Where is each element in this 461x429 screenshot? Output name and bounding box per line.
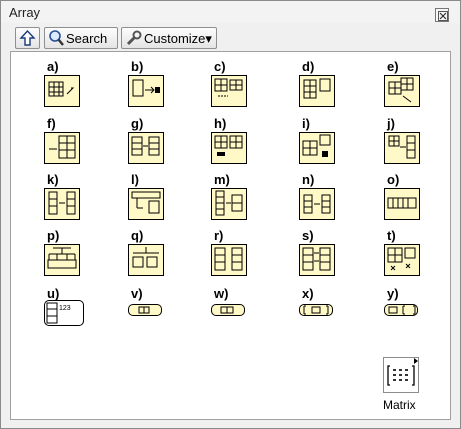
array-function-icon xyxy=(211,132,247,164)
palette-item-h[interactable]: h) xyxy=(211,116,261,168)
matrix-icon xyxy=(383,357,419,393)
palette-item-letter: e) xyxy=(387,59,399,74)
array-function-icon xyxy=(44,244,80,276)
customize-label: Customize▾ xyxy=(144,31,212,46)
palette-item-letter: v) xyxy=(131,286,143,301)
palette-item-letter: s) xyxy=(302,228,314,243)
array-function-icon xyxy=(299,304,333,316)
array-function-icon xyxy=(384,304,418,316)
palette-item-letter: i) xyxy=(302,116,310,131)
customize-button[interactable]: Customize▾ xyxy=(121,27,217,49)
array-function-icon xyxy=(44,132,80,164)
palette-item-letter: a) xyxy=(47,59,59,74)
array-function-icon xyxy=(299,188,335,220)
palette-item-j[interactable]: j) xyxy=(384,116,434,168)
palette-item-c[interactable]: c) xyxy=(211,59,261,111)
palette-item-q[interactable]: q) xyxy=(128,228,178,280)
palette-item-letter: x) xyxy=(302,286,314,301)
palette-item-letter: n) xyxy=(302,172,315,187)
array-palette-window: Array Search Customize▾ a) b) c) d) e) f… xyxy=(0,0,461,429)
palette-item-x[interactable]: x) xyxy=(299,286,349,338)
palette-item-letter: k) xyxy=(47,172,59,187)
palette-item-letter: p) xyxy=(47,228,60,243)
palette-item-letter: y) xyxy=(387,286,399,301)
svg-text:123: 123 xyxy=(59,305,71,312)
array-function-icon xyxy=(211,75,247,107)
array-function-icon xyxy=(299,244,335,276)
palette-item-r[interactable]: r) xyxy=(211,228,261,280)
palette-item-letter: t) xyxy=(387,228,396,243)
array-function-icon xyxy=(384,75,420,107)
palette-item-letter: b) xyxy=(131,59,144,74)
palette-item-letter: d) xyxy=(302,59,315,74)
close-icon xyxy=(438,11,448,21)
array-function-icon xyxy=(128,132,164,164)
matrix-subpalette[interactable]: Matrix xyxy=(380,354,430,416)
palette-item-letter: u) xyxy=(47,286,60,301)
array-function-icon xyxy=(128,75,164,107)
palette-item-letter: o) xyxy=(387,172,400,187)
palette-item-u[interactable]: u) 123 xyxy=(44,286,94,338)
palette-item-letter: w) xyxy=(214,286,229,301)
palette-item-letter: c) xyxy=(214,59,226,74)
array-function-icon xyxy=(211,304,245,316)
array-function-icon xyxy=(211,244,247,276)
palette-item-w[interactable]: w) xyxy=(211,286,261,338)
palette-item-g[interactable]: g) xyxy=(128,116,178,168)
palette-item-a[interactable]: a) xyxy=(44,59,94,111)
array-function-icon: 123 xyxy=(44,300,84,326)
palette-item-d[interactable]: d) xyxy=(299,59,349,111)
palette-item-l[interactable]: l) xyxy=(128,172,178,224)
array-function-icon xyxy=(128,244,164,276)
matrix-label: Matrix xyxy=(383,398,416,412)
up-arrow-icon xyxy=(19,29,36,46)
palette-item-t[interactable]: t) xyxy=(384,228,434,280)
palette-item-letter: j) xyxy=(387,116,395,131)
palette-item-m[interactable]: m) xyxy=(211,172,261,224)
array-function-icon xyxy=(128,188,164,220)
palette-item-letter: l) xyxy=(131,172,139,187)
palette-item-f[interactable]: f) xyxy=(44,116,94,168)
palette-toolbar: Search Customize▾ xyxy=(11,27,451,51)
search-button[interactable]: Search xyxy=(44,27,118,49)
palette-item-letter: g) xyxy=(131,116,144,131)
palette-item-i[interactable]: i) xyxy=(299,116,349,168)
search-icon xyxy=(49,30,64,46)
array-function-icon xyxy=(384,132,420,164)
up-button[interactable] xyxy=(15,27,40,49)
palette-item-k[interactable]: k) xyxy=(44,172,94,224)
array-function-icon xyxy=(384,188,420,220)
close-button[interactable] xyxy=(435,8,449,22)
palette-item-n[interactable]: n) xyxy=(299,172,349,224)
palette-item-b[interactable]: b) xyxy=(128,59,178,111)
palette-item-letter: f) xyxy=(47,116,56,131)
array-function-icon xyxy=(384,244,420,276)
array-function-icon xyxy=(299,75,335,107)
array-function-icon xyxy=(44,188,80,220)
functions-panel: a) b) c) d) e) f) g) h) i) j) k) l) m) n) o) p) q) r) s) t)… xyxy=(10,51,451,420)
palette-item-s[interactable]: s) xyxy=(299,228,349,280)
palette-item-e[interactable]: e) xyxy=(384,59,434,111)
palette-item-letter: r) xyxy=(214,228,224,243)
array-function-icon xyxy=(299,132,335,164)
palette-item-letter: h) xyxy=(214,116,227,131)
array-function-icon xyxy=(211,188,247,220)
titlebar: Array xyxy=(1,1,460,23)
palette-item-v[interactable]: v) xyxy=(128,286,178,338)
wrench-icon xyxy=(126,30,142,46)
palette-item-letter: q) xyxy=(131,228,144,243)
array-function-icon xyxy=(44,75,80,107)
search-label: Search xyxy=(66,31,108,46)
array-function-icon xyxy=(128,304,162,316)
palette-item-o[interactable]: o) xyxy=(384,172,434,224)
palette-item-y[interactable]: y) xyxy=(384,286,434,338)
palette-item-letter: m) xyxy=(214,172,230,187)
window-title: Array xyxy=(9,5,41,20)
palette-item-p[interactable]: p) xyxy=(44,228,94,280)
